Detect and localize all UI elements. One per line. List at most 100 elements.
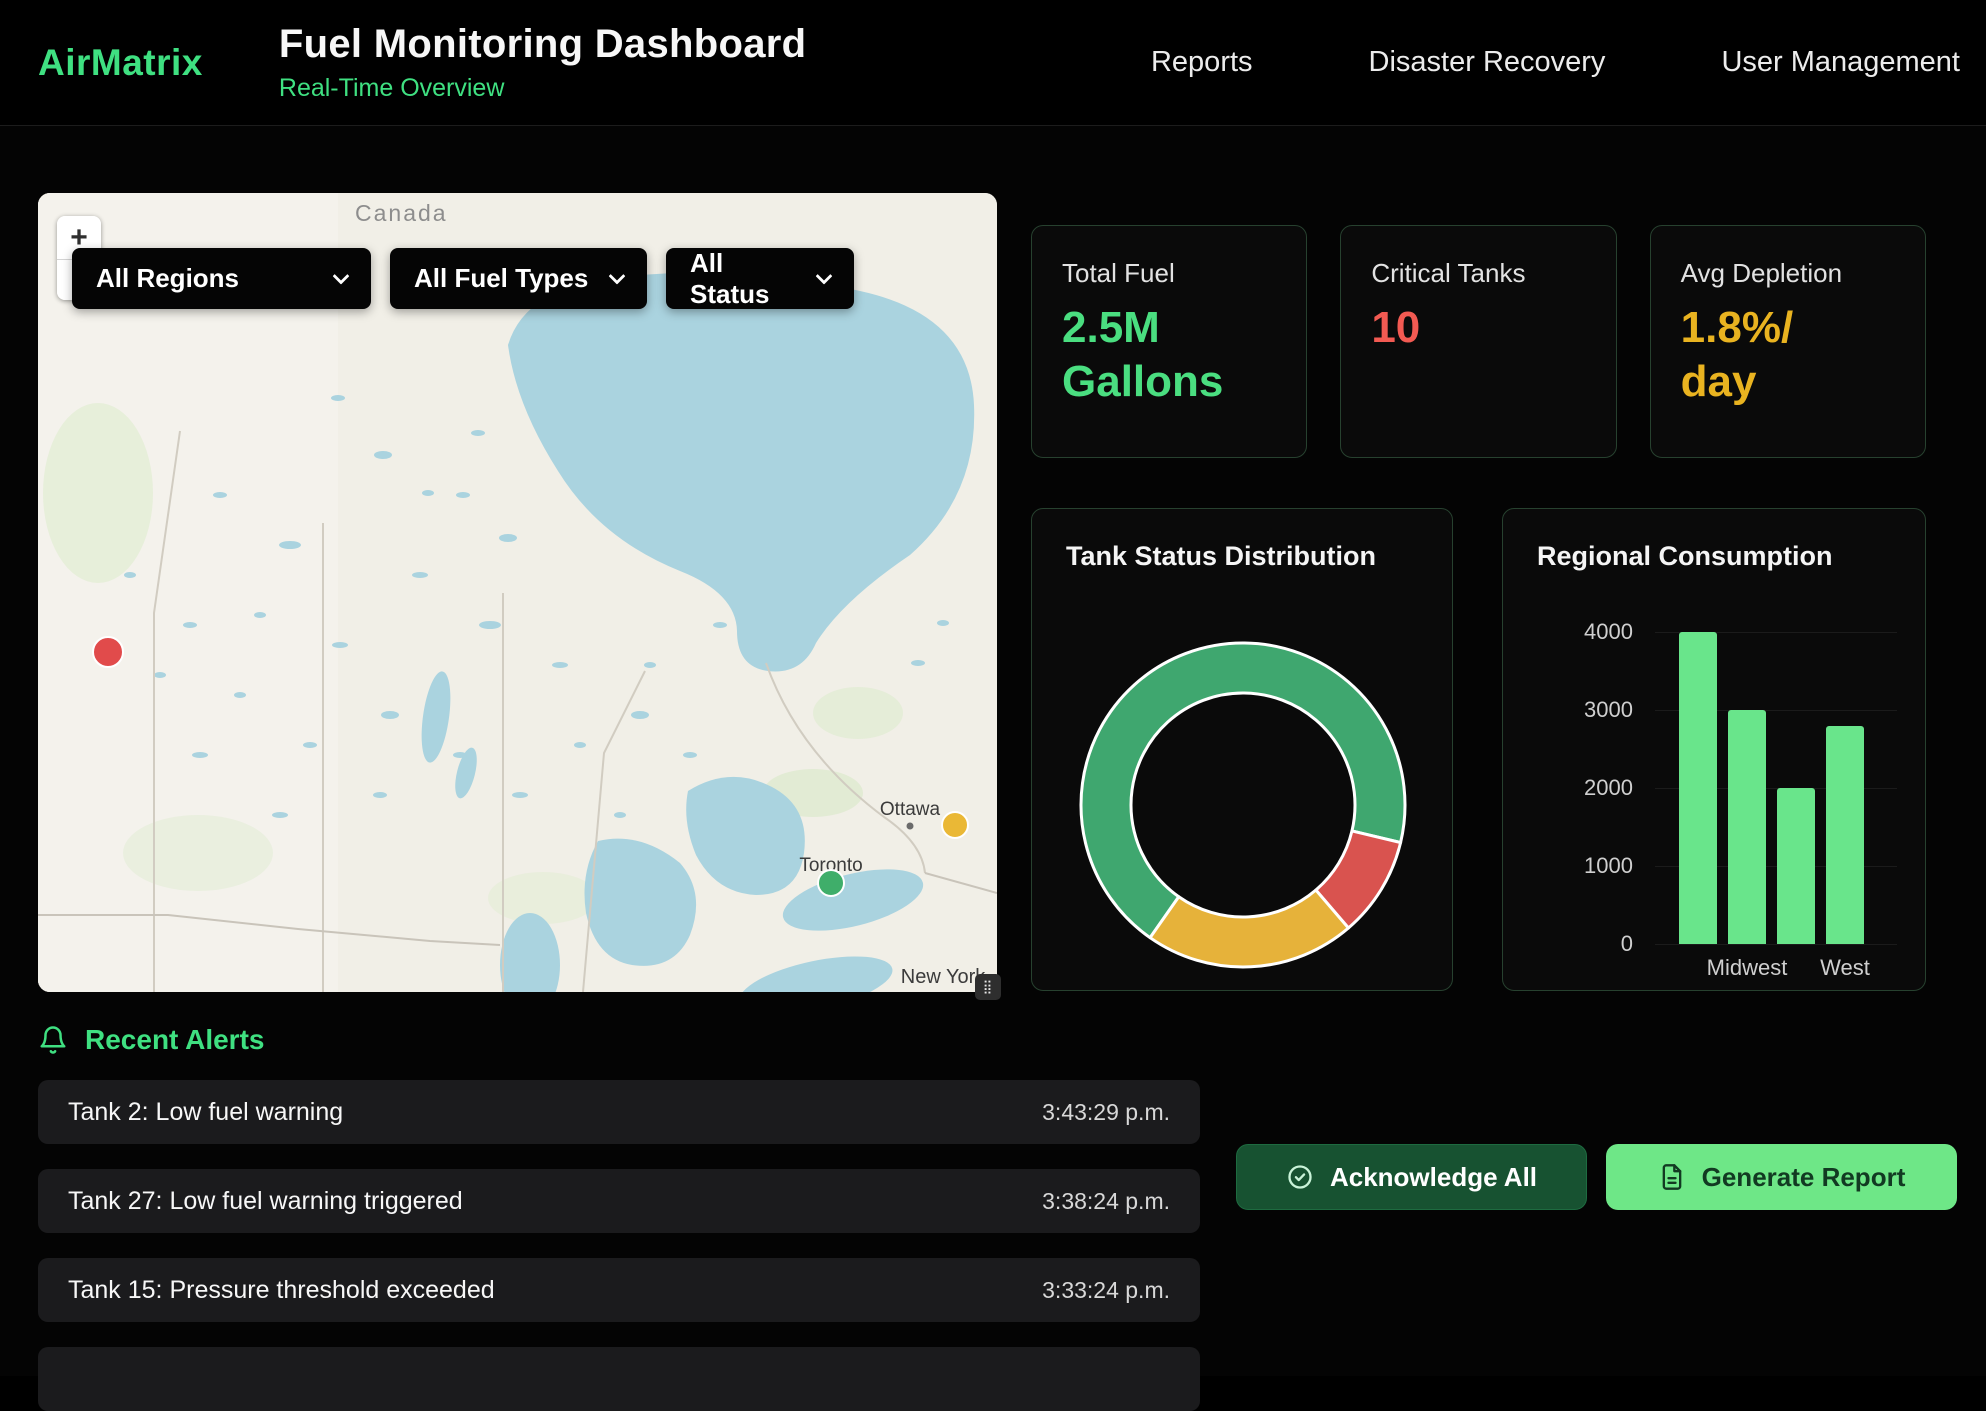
- alerts-title: Recent Alerts: [85, 1024, 264, 1056]
- map-lake: [154, 672, 166, 678]
- main-content: Canada Ottawa Toronto New York + All Reg: [0, 126, 1986, 992]
- map-lake: [499, 534, 517, 542]
- acknowledge-all-button[interactable]: Acknowledge All: [1236, 1144, 1587, 1210]
- nav-user-management[interactable]: User Management: [1721, 46, 1960, 79]
- document-icon: [1658, 1163, 1686, 1191]
- map-lake: [373, 792, 387, 798]
- chevron-down-icon: [333, 267, 350, 284]
- stat-card-avg-depletion: Avg Depletion 1.8%/ day: [1650, 225, 1926, 458]
- right-column: Total Fuel 2.5M Gallons Critical Tanks 1…: [1031, 193, 1926, 992]
- map-panel: Canada Ottawa Toronto New York + All Reg: [38, 193, 997, 992]
- status-filter-dropdown[interactable]: All Status: [666, 248, 854, 309]
- map-lake: [683, 752, 697, 758]
- map-lake: [374, 451, 392, 459]
- map-resize-handle[interactable]: ⣿: [975, 974, 1001, 1000]
- check-circle-icon: [1286, 1163, 1314, 1191]
- map-lake: [422, 490, 434, 496]
- acknowledge-all-label: Acknowledge All: [1330, 1162, 1537, 1193]
- bar-y-tick-label: 0: [1503, 931, 1633, 957]
- alert-text: Tank 15: Pressure threshold exceeded: [68, 1276, 495, 1305]
- map-lake: [213, 492, 227, 498]
- title-block: Fuel Monitoring Dashboard Real-Time Over…: [279, 22, 806, 103]
- map-forest: [813, 687, 903, 739]
- stat-value-line: day: [1681, 355, 1895, 409]
- bar-y-tick-label: 2000: [1503, 775, 1633, 801]
- nav-disaster-recovery[interactable]: Disaster Recovery: [1369, 46, 1606, 79]
- map-lake: [412, 572, 428, 578]
- map-lake: [124, 572, 136, 578]
- donut-chart: [1032, 573, 1452, 990]
- map-lake: [254, 612, 266, 618]
- map-forest: [43, 403, 153, 583]
- alert-time: 3:43:29 p.m.: [1042, 1099, 1170, 1126]
- map-lake: [331, 395, 345, 401]
- brand-logo: AirMatrix: [38, 42, 203, 84]
- generate-report-button[interactable]: Generate Report: [1606, 1144, 1957, 1210]
- app-root: AirMatrix Fuel Monitoring Dashboard Real…: [0, 0, 1986, 1376]
- map-lake: [456, 492, 470, 498]
- map-label-ottawa: Ottawa: [880, 799, 941, 820]
- alert-row: Tank 2: Low fuel warning 3:43:29 p.m.: [38, 1080, 1200, 1144]
- map-lake: [332, 642, 348, 648]
- bar-2: [1777, 788, 1815, 944]
- nav-reports[interactable]: Reports: [1151, 46, 1253, 79]
- map-canvas[interactable]: Canada Ottawa Toronto New York: [38, 193, 997, 992]
- region-filter-dropdown[interactable]: All Regions: [72, 248, 371, 309]
- bar-y-tick-label: 4000: [1503, 619, 1633, 645]
- map-lake: [512, 792, 528, 798]
- map-lake: [381, 711, 399, 719]
- alert-row-clipped: [38, 1347, 1200, 1411]
- map-marker-normal[interactable]: [818, 870, 844, 896]
- map-lake: [272, 812, 288, 818]
- tank-status-chart-card: Tank Status Distribution: [1031, 508, 1453, 991]
- map-marker-critical[interactable]: [93, 637, 123, 667]
- stat-label: Avg Depletion: [1681, 258, 1895, 289]
- chart-title: Regional Consumption: [1503, 509, 1925, 572]
- bar-y-tick-label: 3000: [1503, 697, 1633, 723]
- map-lake: [631, 711, 649, 719]
- stat-card-critical-tanks: Critical Tanks 10: [1340, 225, 1616, 458]
- map-marker-warning[interactable]: [942, 812, 968, 838]
- stat-card-total-fuel: Total Fuel 2.5M Gallons: [1031, 225, 1307, 458]
- donut-segment-warning: [1150, 890, 1348, 967]
- gridline: [1655, 944, 1897, 945]
- map-lake: [479, 621, 501, 629]
- chevron-down-icon: [816, 267, 833, 284]
- map-label-new-york: New York: [901, 966, 986, 988]
- bar-1: [1728, 710, 1766, 944]
- stat-label: Total Fuel: [1062, 258, 1276, 289]
- donut-chart-svg: [1032, 573, 1453, 983]
- bar-0: [1679, 632, 1717, 944]
- generate-report-label: Generate Report: [1702, 1162, 1906, 1193]
- fuel-type-filter-dropdown[interactable]: All Fuel Types: [390, 248, 647, 309]
- chevron-down-icon: [609, 267, 626, 284]
- map-lake: [303, 742, 317, 748]
- stat-value-critical-tanks: 10: [1371, 301, 1585, 355]
- alert-row: Tank 15: Pressure threshold exceeded 3:3…: [38, 1258, 1200, 1322]
- map-forest: [123, 815, 273, 891]
- chart-title: Tank Status Distribution: [1032, 509, 1452, 572]
- map-lake: [644, 662, 656, 668]
- stat-value-line: 2.5M: [1062, 301, 1276, 355]
- map-lake: [614, 812, 626, 818]
- map-lake: [234, 692, 246, 698]
- bar-x-label: West: [1785, 955, 1905, 981]
- map-lake: [713, 622, 727, 628]
- header: AirMatrix Fuel Monitoring Dashboard Real…: [0, 0, 1986, 126]
- map-lake: [279, 541, 301, 549]
- alert-time: 3:33:24 p.m.: [1042, 1277, 1170, 1304]
- map-label-canada: Canada: [355, 200, 448, 226]
- alert-actions: Acknowledge All Generate Report: [1236, 1144, 1957, 1210]
- stat-value-line: 10: [1371, 301, 1585, 355]
- bar-y-tick-label: 1000: [1503, 853, 1633, 879]
- bar-chart: 01000200030004000MidwestWest: [1503, 573, 1925, 990]
- map-town-dot: [907, 823, 914, 830]
- map-lake: [471, 430, 485, 436]
- map-lake: [192, 752, 208, 758]
- map-lake: [937, 620, 949, 626]
- map-lake: [574, 742, 586, 748]
- alerts-list: Tank 2: Low fuel warning 3:43:29 p.m. Ta…: [38, 1080, 1200, 1411]
- charts-row: Tank Status Distribution Regional Consum…: [1031, 508, 1926, 991]
- stat-value-line: Gallons: [1062, 355, 1276, 409]
- stats-row: Total Fuel 2.5M Gallons Critical Tanks 1…: [1031, 225, 1926, 458]
